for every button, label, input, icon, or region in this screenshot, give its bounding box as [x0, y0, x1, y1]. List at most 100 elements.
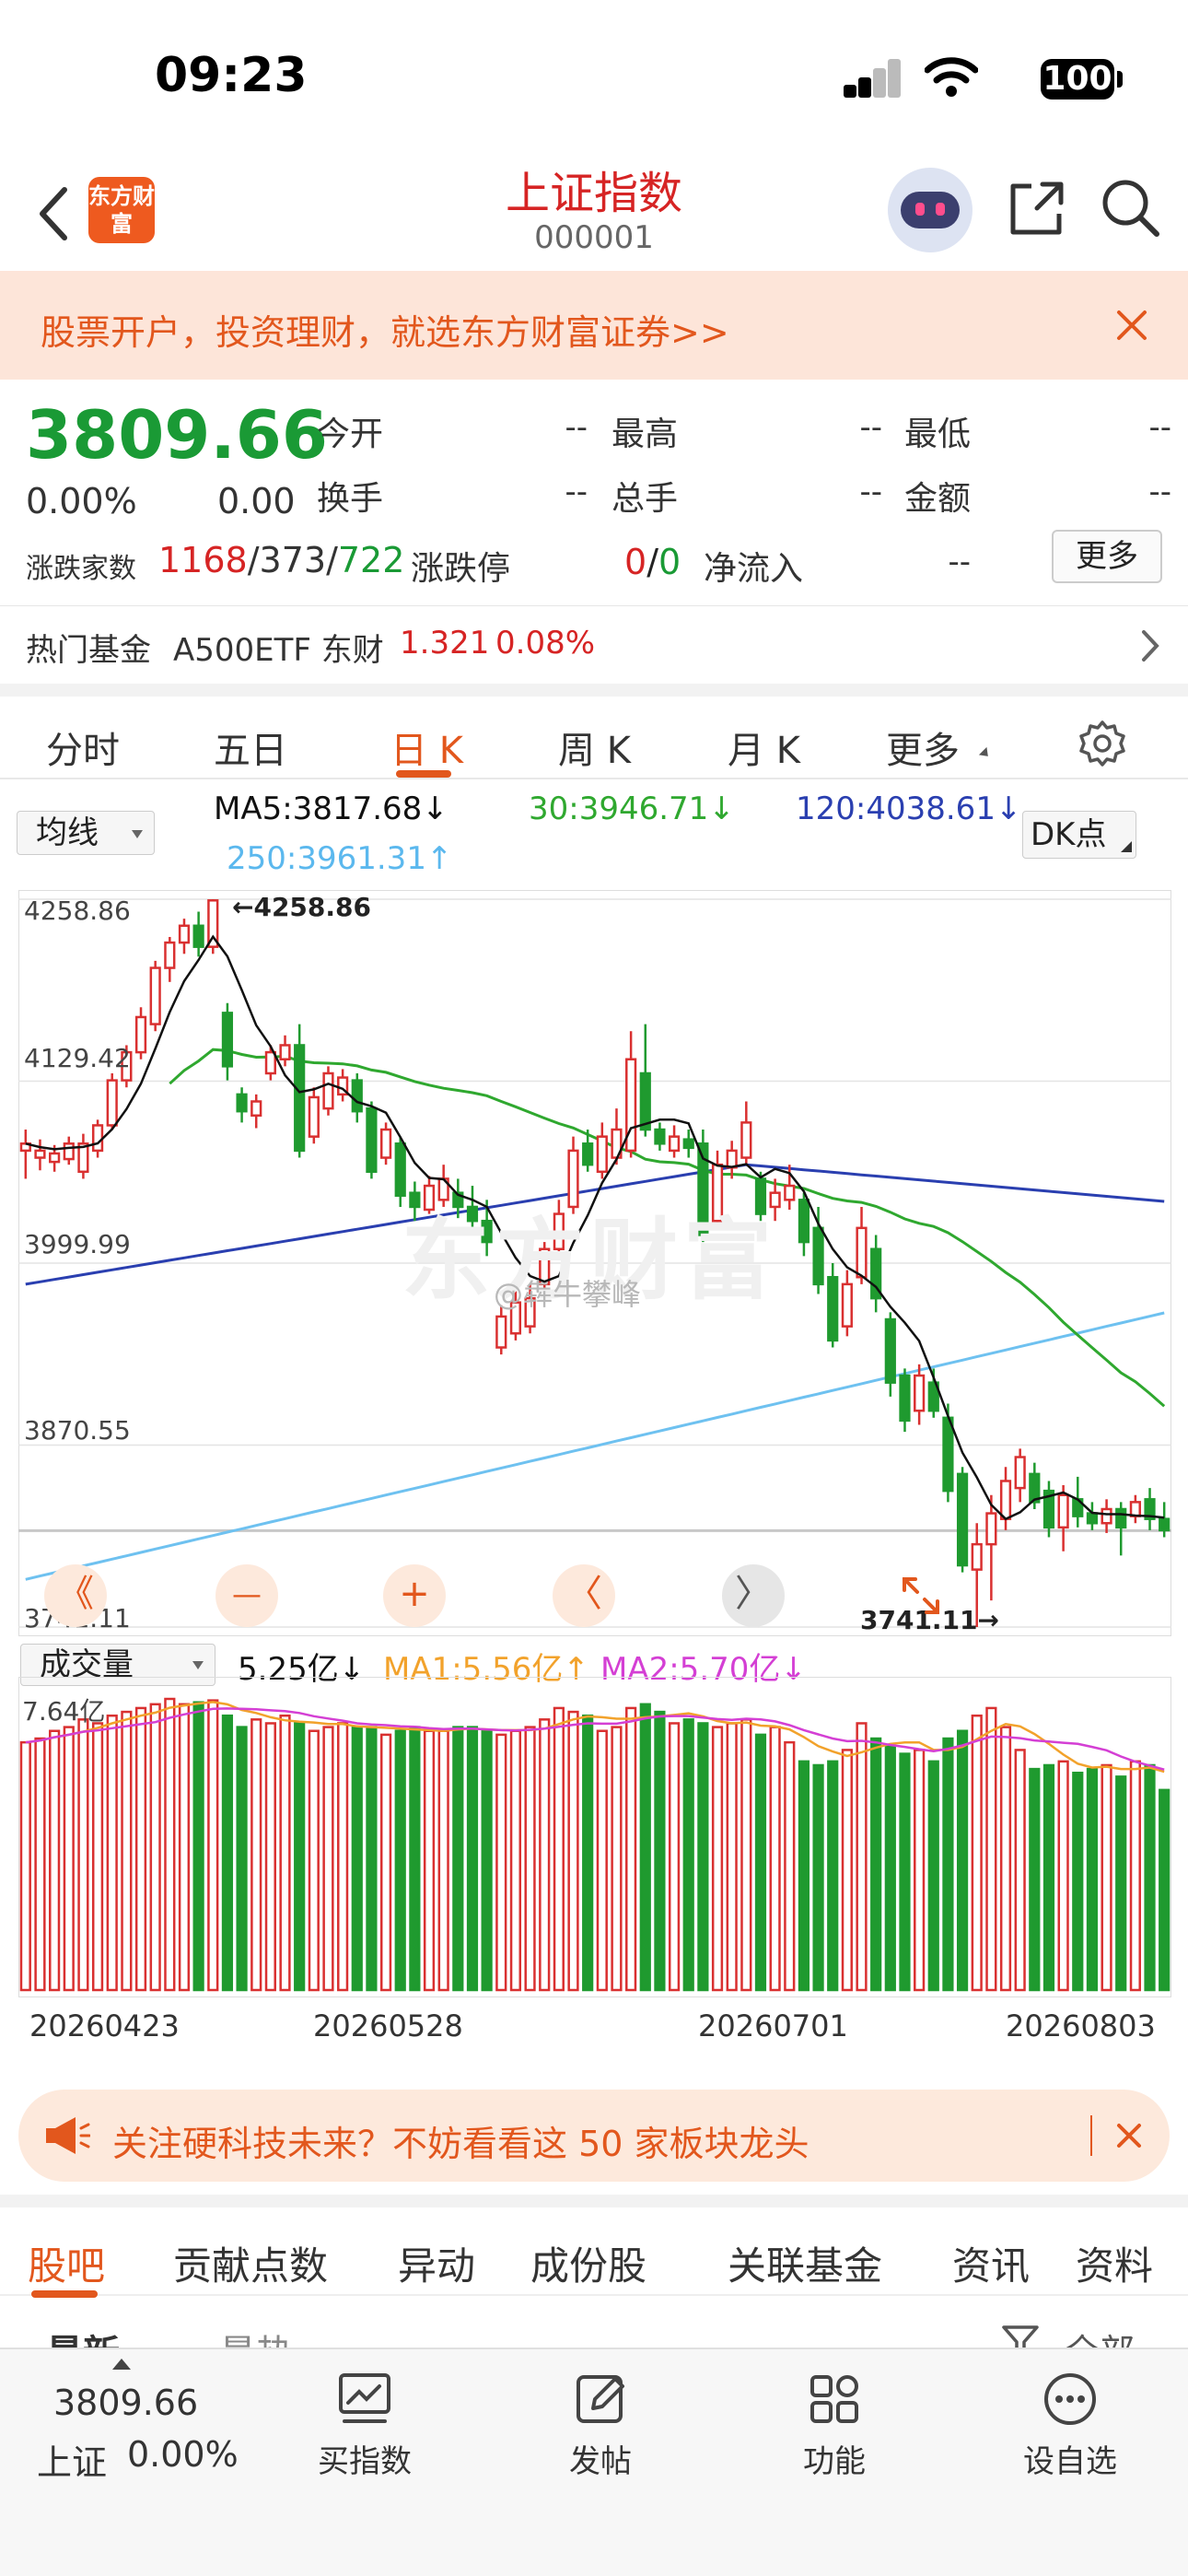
settings-gear-icon[interactable] [1077, 719, 1127, 768]
filter-icon[interactable] [1000, 2324, 1041, 2348]
volume-bar [956, 1729, 969, 1992]
tab-day-k[interactable]: 日 K [390, 720, 463, 774]
turnover-value: -- [565, 474, 588, 510]
volume-bar [437, 1729, 449, 1992]
volume-bar [596, 1729, 608, 1992]
volume-bar [1042, 1763, 1055, 1992]
close-icon[interactable] [1116, 2123, 1142, 2149]
volume-chart[interactable] [18, 1677, 1171, 1997]
candle-body [178, 924, 191, 944]
candle-body [279, 1044, 291, 1060]
turnover-label: 换手 [317, 480, 384, 518]
quote-panel: 3809.66 0.00% 0.00 今开 -- 最高 -- 最低 -- 换手 … [0, 380, 1188, 684]
candle-body [985, 1512, 997, 1546]
volume-bar [654, 1710, 666, 1992]
volume-bar [1101, 1763, 1112, 1992]
caret-up-icon [112, 2359, 131, 2370]
x-tick-2: 20260528 [313, 2008, 463, 2043]
nav-function[interactable]: 功能 [761, 2371, 908, 2481]
limit-down: 0 [658, 542, 681, 582]
more-button[interactable]: 更多 [1052, 530, 1162, 583]
volume-bar [394, 1729, 406, 1992]
y-tick-1: 4258.86 [24, 896, 131, 926]
zoom-out-button[interactable]: — [215, 1564, 278, 1627]
tab-movement[interactable]: 异动 [398, 2235, 475, 2291]
candle-body [942, 1416, 954, 1493]
share-icon[interactable] [1004, 177, 1068, 241]
promo-banner[interactable]: 关注硬科技未来？不妨看看这 50 家板块龙头 [18, 2090, 1170, 2182]
volume-bar [582, 1714, 594, 1992]
nav-add-watchlist[interactable]: 设自选 [996, 2371, 1144, 2481]
volume-bar [985, 1706, 997, 1992]
candle-body [841, 1282, 853, 1328]
candle-body [884, 1317, 896, 1384]
volume-bar [942, 1737, 954, 1992]
wifi-icon [925, 57, 978, 97]
hot-fund-row[interactable]: 热门基金 A500ETF 东财 1.321 0.08% [0, 605, 1188, 688]
down-count: 722 [337, 540, 405, 580]
ma250-text: 250:3961.31 [227, 840, 426, 877]
volume-bar [134, 1706, 147, 1992]
candle-body [682, 1138, 694, 1150]
tab-contribution[interactable]: 贡献点数 [173, 2235, 328, 2291]
filter-hot[interactable]: 最热 [219, 2324, 293, 2348]
nav-buy-label: 买指数 [318, 2443, 412, 2480]
fullscreen-icon[interactable] [901, 1575, 941, 1616]
fund-label: 热门基金 [26, 632, 151, 669]
ma120-text: 120:4038.61 [796, 790, 996, 827]
tab-month-k[interactable]: 月 K [728, 720, 800, 774]
volume-bar [149, 1703, 161, 1992]
flat-count: 373 [259, 540, 327, 580]
tab-profile[interactable]: 资料 [1076, 2235, 1153, 2291]
volume-bar [1159, 1788, 1171, 1992]
volume-bar [495, 1733, 507, 1992]
tab-constituents[interactable]: 成份股 [530, 2235, 646, 2291]
change-pct: 0.00% [26, 481, 137, 521]
tab-intraday[interactable]: 分时 [46, 720, 120, 774]
volume-bar [1057, 1760, 1069, 1992]
tab-news[interactable]: 资讯 [952, 2235, 1030, 2291]
prev-button[interactable]: 〈 [553, 1564, 615, 1627]
account-banner[interactable]: 股票开户，投资理财，就选东方财富证券>> [0, 271, 1188, 380]
zoom-in-button[interactable]: + [383, 1564, 446, 1627]
fund-price: 1.321 [400, 625, 490, 662]
y-tick-3: 3999.99 [24, 1229, 131, 1259]
high-value: -- [859, 409, 882, 446]
ma5-value: MA5:3817.68↓ [214, 790, 448, 827]
tab-five-day[interactable]: 五日 [214, 720, 287, 774]
chevron-down-icon [132, 830, 143, 838]
volume-bar [379, 1733, 392, 1992]
breadth-label: 涨跌家数 [26, 553, 136, 585]
filter-all[interactable]: 全部 [1065, 2324, 1135, 2348]
robot-avatar-icon[interactable] [888, 168, 973, 252]
volume-bar [294, 1722, 306, 1992]
candle-body [34, 1149, 46, 1159]
candle-body [91, 1124, 104, 1153]
indicator-select[interactable]: 均线 [17, 811, 155, 855]
nav-post[interactable]: 发帖 [527, 2371, 674, 2481]
tab-related-funds[interactable]: 关联基金 [728, 2235, 882, 2291]
candle-body [899, 1374, 911, 1423]
next-button[interactable]: 〉 [722, 1564, 785, 1627]
candle-body [366, 1107, 378, 1174]
bottom-pct: 0.00% [127, 2434, 239, 2475]
candle-body [1159, 1517, 1171, 1532]
volume-bar [63, 1726, 75, 1992]
tab-guba[interactable]: 股吧 [28, 2235, 105, 2291]
search-icon[interactable] [1098, 175, 1162, 240]
x-tick-4: 20260803 [1006, 2008, 1156, 2043]
nav-buy-index[interactable]: 买指数 [291, 2371, 438, 2481]
tab-week-k[interactable]: 周 K [558, 720, 631, 774]
close-icon[interactable] [1116, 310, 1147, 341]
volume-bar [178, 1703, 191, 1992]
candle-body [856, 1226, 868, 1279]
filter-latest[interactable]: 最新⌄ [46, 2324, 151, 2348]
dk-point-button[interactable]: DK点 [1022, 811, 1136, 859]
zoom-left-button[interactable]: 《 [44, 1564, 107, 1627]
tab-more[interactable]: 更多 [886, 720, 960, 774]
promo-divider [1090, 2115, 1092, 2156]
volume-bar [812, 1763, 824, 1992]
section-tabs: 股吧 贡献点数 异动 成份股 关联基金 资讯 资料 [0, 2195, 1188, 2298]
candle-body [149, 966, 161, 1025]
amount-value: -- [1148, 474, 1171, 510]
